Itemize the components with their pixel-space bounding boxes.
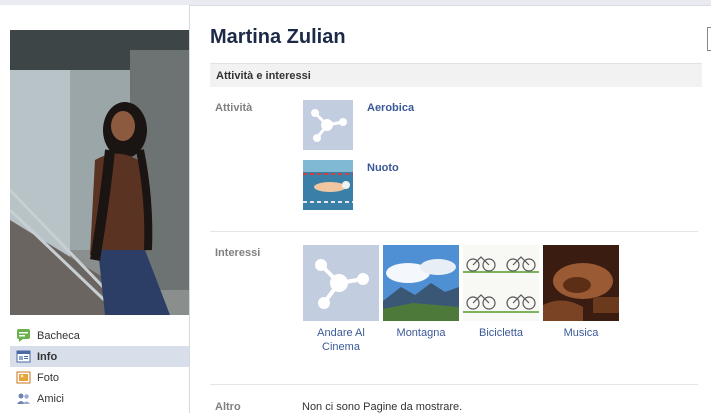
sidebar-item-label: Amici [37,392,64,405]
bicycles-photo[interactable] [463,245,539,321]
wall-icon [16,328,31,343]
sidebar-item-info[interactable]: Info [10,346,189,367]
interest-label[interactable]: Bicicletta [463,326,539,340]
interest-item[interactable]: Andare Al Cinema [303,245,379,354]
placeholder-icon[interactable] [303,100,353,150]
sidebar-item-foto[interactable]: Foto [10,367,189,388]
photos-icon [16,370,31,385]
interests-label: Interessi [215,247,261,259]
profile-photo[interactable] [10,30,189,315]
activities-label: Attività [215,102,253,114]
interest-label[interactable]: Montagna [383,326,459,340]
scrollbar[interactable] [707,27,711,51]
mountain-photo[interactable] [383,245,459,321]
left-sidebar: Bacheca Info Foto Amici [0,5,190,413]
other-label: Altro [215,401,241,413]
sidebar-item-label: Bacheca [37,329,80,342]
placeholder-icon[interactable] [303,245,379,321]
page-title: Martina Zulian [210,26,346,48]
interest-label[interactable]: Musica [543,326,619,340]
section-header: Attività e interessi [210,63,702,87]
activity-link[interactable]: Nuoto [367,162,399,174]
divider [210,231,698,232]
sidebar-item-bacheca[interactable]: Bacheca [10,325,189,346]
info-icon [16,349,31,364]
interest-item[interactable]: Bicicletta [463,245,539,340]
sidebar-item-label: Info [37,350,58,363]
music-photo[interactable] [543,245,619,321]
friends-icon [16,391,31,406]
swimming-photo[interactable] [303,160,353,210]
interest-item[interactable]: Musica [543,245,619,340]
main-content: Martina Zulian Attività e interessi Atti… [190,5,711,413]
sidebar-item-amici[interactable]: Amici [10,388,189,409]
profile-nav: Bacheca Info Foto Amici [10,325,189,409]
divider [210,384,698,385]
interest-item[interactable]: Montagna [383,245,459,340]
sidebar-item-label: Foto [37,371,60,384]
interest-label[interactable]: Andare Al Cinema [303,326,379,354]
other-text: Non ci sono Pagine da mostrare. [302,401,463,413]
activity-link[interactable]: Aerobica [367,102,414,114]
